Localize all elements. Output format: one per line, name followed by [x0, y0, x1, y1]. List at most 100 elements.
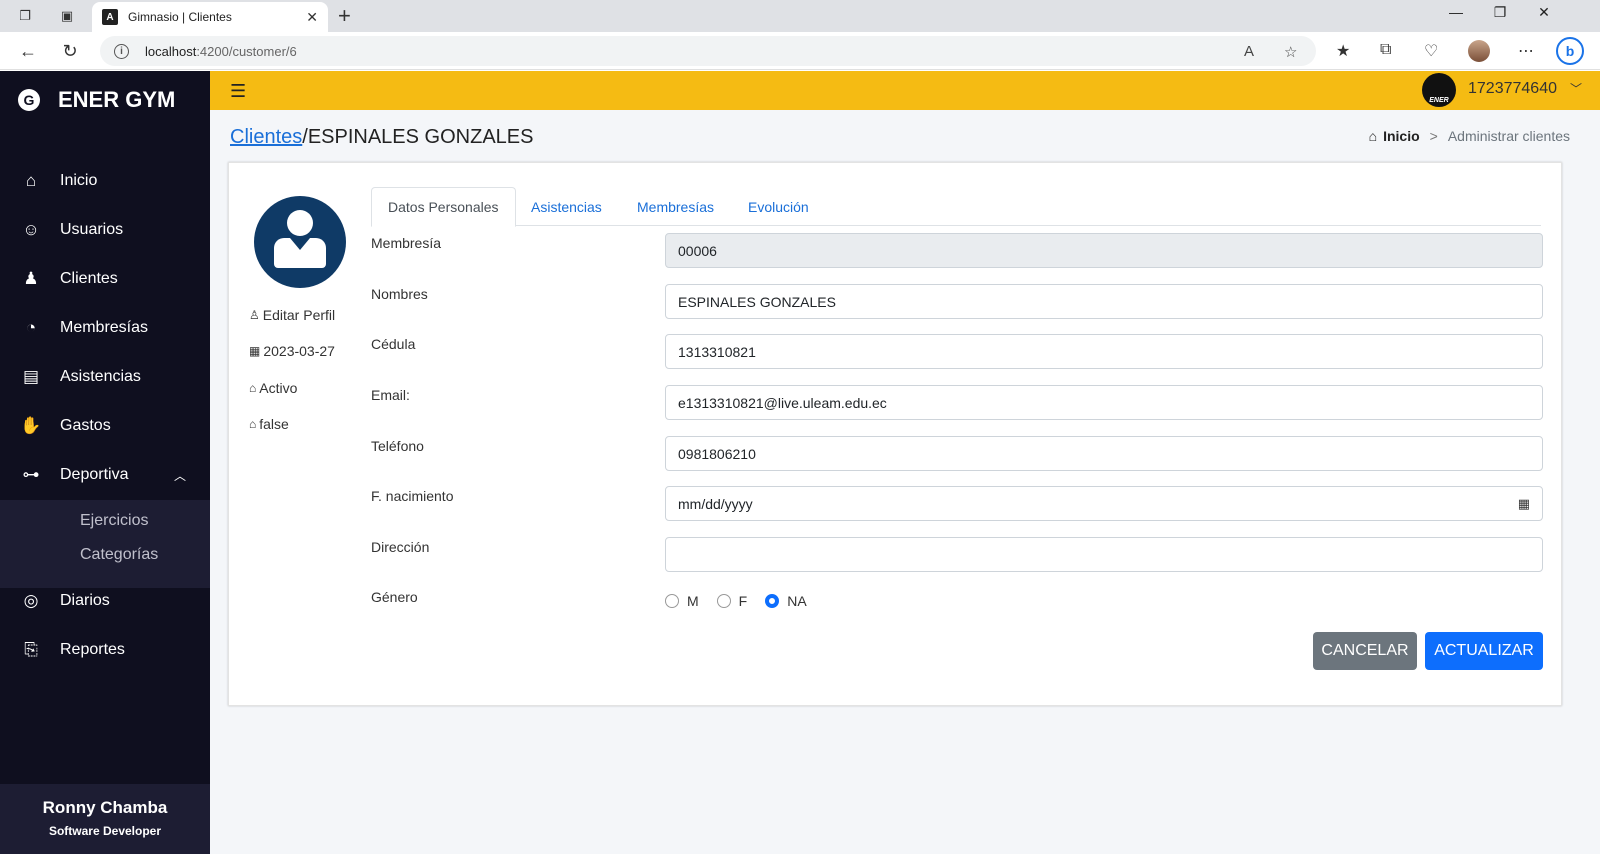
sidebar-item-diarios[interactable]: ◎ Diarios: [0, 581, 210, 621]
compass-icon: ◎: [23, 591, 39, 610]
sidebar-user-footer: Ronny Chamba Software Developer: [0, 784, 210, 854]
sidebar-item-label: Deportiva: [60, 466, 129, 483]
back-icon[interactable]: ←: [16, 39, 40, 63]
house-icon: ⌂: [249, 417, 257, 431]
email-field[interactable]: e1313310821@live.uleam.edu.ec: [665, 385, 1543, 420]
tab-asistencias[interactable]: Asistencias: [515, 187, 618, 226]
status: ⌂ Activo: [249, 380, 297, 396]
register-date-value: 2023-03-27: [263, 343, 335, 359]
hamburger-menu-icon[interactable]: ☰: [230, 81, 246, 102]
nacimiento-field[interactable]: mm/dd/yyyy ▦: [665, 486, 1543, 521]
user-name: Ronny Chamba: [42, 798, 168, 817]
home-icon: ⌂: [1368, 128, 1378, 144]
browser-profile-avatar[interactable]: [1468, 40, 1490, 62]
sidebar-item-label: Usuarios: [60, 221, 124, 238]
home-icon: ⌂: [25, 171, 37, 190]
workspaces-icon[interactable]: ❐: [14, 6, 36, 26]
favorites-icon[interactable]: ★: [1336, 41, 1350, 61]
top-app-bar: ☰ ENER 1723774640 ﹀: [210, 71, 1600, 110]
genero-label: Género: [371, 589, 418, 605]
browser-tab-bar: ❐ ▣ A Gimnasio | Clientes ✕ + — ❐ ✕: [0, 0, 1600, 32]
minimize-icon[interactable]: —: [1436, 4, 1476, 20]
clients-icon: ♟: [23, 269, 39, 288]
breadcrumb-home[interactable]: Inicio: [1383, 128, 1420, 144]
read-aloud-icon[interactable]: A: [1244, 43, 1254, 60]
edit-profile-link[interactable]: ♙ Editar Perfil: [249, 307, 335, 323]
new-tab-icon[interactable]: +: [338, 3, 351, 29]
telefono-field[interactable]: 0981806210: [665, 436, 1543, 471]
flag: ⌂ false: [249, 416, 289, 432]
submenu-item-ejercicios[interactable]: Ejercicios: [80, 512, 148, 530]
pie-icon: ◔: [25, 318, 37, 337]
radio-na[interactable]: [765, 594, 780, 608]
health-icon[interactable]: ♡: [1424, 41, 1438, 61]
membresia-label: Membresía: [371, 235, 442, 251]
close-tab-icon[interactable]: ✕: [306, 9, 318, 26]
chevron-down-icon[interactable]: ﹀: [1570, 80, 1582, 97]
tab-actions-icon[interactable]: ▣: [56, 6, 78, 26]
clientes-link[interactable]: Clientes: [230, 126, 302, 148]
sidebar-item-label: Clientes: [60, 270, 118, 287]
genero-radio-group: M F NA: [665, 593, 825, 609]
nombres-field[interactable]: ESPINALES GONZALES: [665, 284, 1543, 319]
favorite-star-icon[interactable]: ☆: [1284, 43, 1297, 61]
cancel-button[interactable]: CANCELAR: [1313, 632, 1417, 670]
collections-icon[interactable]: ⧉: [1380, 41, 1391, 59]
submenu-item-categorias[interactable]: Categorías: [80, 546, 158, 564]
users-icon: ☺: [22, 220, 40, 239]
brand[interactable]: G ENER GYM: [18, 87, 175, 113]
sidebar-item-label: Membresías: [60, 319, 149, 336]
house-icon: ⌂: [249, 381, 257, 395]
sidebar-item-gastos[interactable]: ✋ Gastos: [0, 406, 210, 446]
radio-f-label: F: [738, 593, 748, 609]
more-icon[interactable]: ⋯: [1518, 41, 1534, 61]
sidebar-item-inicio[interactable]: ⌂ Inicio: [0, 161, 210, 201]
genero-option-m[interactable]: M: [665, 593, 699, 609]
person-icon: ♙: [249, 308, 260, 322]
tab-evolucion[interactable]: Evolución: [732, 187, 825, 226]
profile-tabs: Datos Personales Asistencias Membresías …: [371, 187, 1541, 227]
radio-na-label: NA: [787, 593, 807, 609]
bing-icon[interactable]: b: [1556, 37, 1584, 65]
user-avatar[interactable]: ENER: [1422, 73, 1456, 107]
radio-f[interactable]: [716, 594, 731, 608]
browser-tab[interactable]: A Gimnasio | Clientes ✕: [92, 2, 328, 32]
status-value: Activo: [259, 380, 298, 396]
email-label: Email:: [371, 387, 410, 403]
nacimiento-label: F. nacimiento: [371, 488, 454, 504]
sidebar-item-asistencias[interactable]: ▤ Asistencias: [0, 357, 210, 397]
user-id[interactable]: 1723774640: [1468, 80, 1557, 98]
url-field[interactable]: i localhost :4200/customer/6 A ☆: [100, 36, 1316, 66]
close-window-icon[interactable]: ✕: [1524, 4, 1564, 21]
tab-membresias[interactable]: Membresías: [621, 187, 730, 226]
direccion-field[interactable]: [665, 537, 1543, 572]
breadcrumb: ⌂ Inicio > Administrar clientes: [1369, 128, 1570, 144]
update-button[interactable]: ACTUALIZAR: [1425, 632, 1543, 670]
direccion-label: Dirección: [371, 539, 430, 555]
genero-option-na[interactable]: NA: [765, 593, 807, 609]
genero-option-f[interactable]: F: [716, 593, 748, 609]
url-path: :4200/customer/6: [196, 43, 297, 59]
sidebar-item-reportes[interactable]: ⎘ Reportes: [0, 630, 210, 670]
brand-logo-icon: G: [18, 89, 40, 111]
refresh-icon[interactable]: ↻: [58, 39, 82, 63]
sidebar-item-clientes[interactable]: ♟ Clientes: [0, 259, 210, 299]
restore-icon[interactable]: ❐: [1480, 4, 1520, 21]
tab-title: Gimnasio | Clientes: [128, 10, 232, 24]
sidebar-item-deportiva[interactable]: ⊶ Deportiva ︿: [0, 455, 210, 495]
sidebar: G ENER GYM ⌂ Inicio ☺ Usuarios ♟ Cliente…: [0, 71, 210, 854]
breadcrumb-current: Administrar clientes: [1447, 128, 1570, 144]
info-icon[interactable]: i: [114, 43, 129, 59]
breadcrumb-separator: >: [1429, 128, 1438, 144]
page-title: Clientes/ESPINALES GONZALES: [230, 126, 533, 149]
membresia-field: 00006: [665, 233, 1543, 268]
calendar-picker-icon[interactable]: ▦: [1518, 496, 1530, 512]
cedula-field[interactable]: 1313310821: [665, 334, 1543, 369]
radio-m[interactable]: [665, 594, 679, 608]
chevron-up-icon: ︿: [173, 468, 186, 483]
sidebar-item-usuarios[interactable]: ☺ Usuarios: [0, 210, 210, 250]
nombres-label: Nombres: [371, 286, 428, 302]
edit-profile-label: Editar Perfil: [262, 307, 336, 323]
sidebar-item-membresias[interactable]: ◔ Membresías: [0, 308, 210, 348]
tab-datos-personales[interactable]: Datos Personales: [371, 187, 516, 227]
